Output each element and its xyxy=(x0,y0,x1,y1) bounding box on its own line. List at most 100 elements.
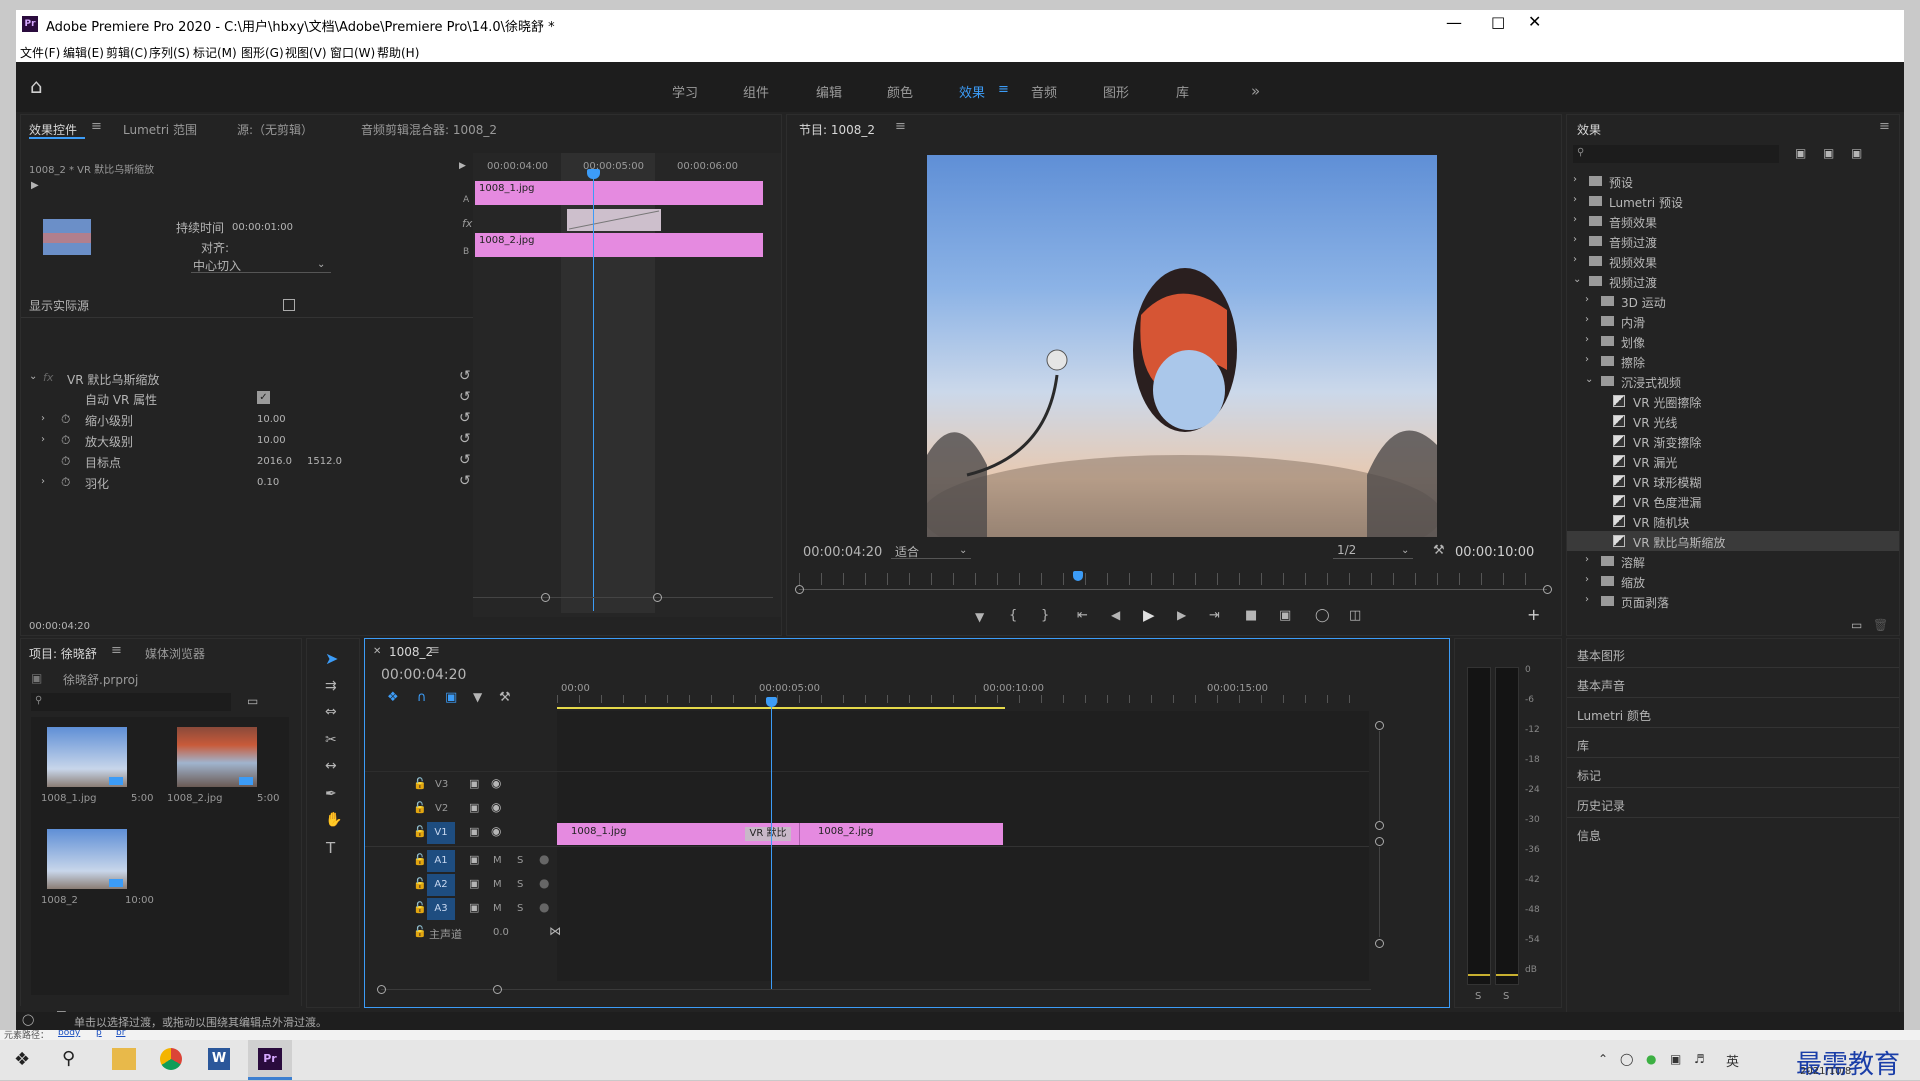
panel-menu-icon[interactable]: ≡ xyxy=(1879,119,1890,134)
mute-button[interactable]: M xyxy=(493,879,502,890)
new-bin-icon[interactable]: ▭ xyxy=(247,695,258,707)
panel-markers[interactable]: 标记 xyxy=(1577,767,1601,784)
duration-value[interactable]: 00:00:01:00 xyxy=(232,222,293,233)
expand-chevron-icon[interactable]: › xyxy=(41,434,45,445)
zoom-handle-left[interactable] xyxy=(795,585,804,594)
track-target-a1[interactable]: A1 xyxy=(427,850,455,872)
effects-tree-item[interactable]: VR 随机块 xyxy=(1567,511,1899,531)
workspace-graphics[interactable]: 图形 xyxy=(1103,82,1129,101)
solo-button[interactable]: S xyxy=(517,855,523,866)
eye-icon[interactable]: ◉ xyxy=(491,801,501,813)
effects-tree-item[interactable]: › 预设 xyxy=(1567,171,1899,191)
panel-essential-sound[interactable]: 基本声音 xyxy=(1577,677,1625,694)
work-area-bar[interactable] xyxy=(557,707,1005,709)
effects-tree-item[interactable]: › Lumetri 预设 xyxy=(1567,191,1899,211)
eye-icon[interactable]: ◉ xyxy=(491,825,501,837)
panel-libraries[interactable]: 库 xyxy=(1577,737,1589,754)
param-zoom-out-value[interactable]: 10.00 xyxy=(257,414,286,425)
menu-help[interactable]: 帮助(H) xyxy=(377,44,419,61)
workspace-editing[interactable]: 编辑 xyxy=(816,82,842,101)
tab-effect-controls[interactable]: 效果控件 xyxy=(29,121,77,138)
tab-audio-clip-mixer[interactable]: 音频剪辑混合器: 1008_2 xyxy=(361,121,497,138)
menu-graphics[interactable]: 图形(G) xyxy=(241,44,284,61)
chevron-right-icon[interactable]: ▶ xyxy=(459,162,466,171)
microphone-icon[interactable]: ● xyxy=(539,901,549,913)
element-path-link[interactable]: p xyxy=(96,1030,102,1038)
add-button-icon[interactable]: + xyxy=(1527,607,1540,623)
add-marker-icon[interactable]: ▼ xyxy=(975,611,984,623)
notification-icon[interactable]: ◯ xyxy=(1620,1052,1633,1066)
solo-left-button[interactable]: S xyxy=(1475,991,1481,1002)
add-marker-icon[interactable]: ▼ xyxy=(473,691,482,703)
workspace-overflow-icon[interactable]: » xyxy=(1251,82,1260,100)
effects-tree-item[interactable]: › 3D 运动 xyxy=(1567,291,1899,311)
vscroll-handle[interactable] xyxy=(1375,837,1384,846)
sync-lock-icon[interactable]: ▣ xyxy=(469,902,479,913)
effects-tree-item[interactable]: › 溶解 xyxy=(1567,551,1899,571)
effects-search-input[interactable]: ⚲ xyxy=(1573,145,1779,163)
hscroll-handle-right[interactable] xyxy=(493,985,502,994)
program-ruler[interactable] xyxy=(799,573,1547,585)
effects-tree-item[interactable]: › 音频过渡 xyxy=(1567,231,1899,251)
close-icon[interactable]: ✕ xyxy=(373,647,381,657)
transition-block[interactable] xyxy=(567,209,661,231)
reset-icon[interactable]: ↺ xyxy=(459,474,471,488)
project-item-thumbnail[interactable] xyxy=(177,727,257,787)
settings-wrench-icon[interactable]: ⚒ xyxy=(1433,543,1445,558)
compare-icon[interactable]: ◫ xyxy=(1349,609,1361,622)
close-button[interactable]: ✕ xyxy=(1528,12,1541,31)
hand-tool-icon[interactable]: ✋ xyxy=(325,813,342,827)
pen-tool-icon[interactable]: ✒ xyxy=(325,787,337,801)
search-icon[interactable]: ⚲ xyxy=(62,1048,75,1069)
lock-icon[interactable]: 🔓 xyxy=(413,878,427,889)
chevron-right-icon[interactable]: › xyxy=(1585,335,1589,345)
type-tool-icon[interactable]: T xyxy=(326,841,335,856)
tab-sequence[interactable]: 1008_2 xyxy=(389,645,433,659)
fit-dropdown[interactable]: 适合 ⌄ xyxy=(891,543,971,559)
go-to-in-icon[interactable]: ⇤ xyxy=(1077,609,1088,622)
lift-icon[interactable]: ■ xyxy=(1245,609,1257,622)
sync-lock-icon[interactable]: ▣ xyxy=(469,878,479,889)
track-select-tool-icon[interactable]: ⇉ xyxy=(325,679,337,693)
yuv-effects-icon[interactable]: ▣ xyxy=(1851,147,1862,159)
razor-tool-icon[interactable]: ✂ xyxy=(325,733,337,747)
linked-selection-icon[interactable]: ▣ xyxy=(445,691,457,704)
element-path-link[interactable]: br xyxy=(116,1030,125,1038)
align-dropdown[interactable]: 中心切入 ⌄ xyxy=(191,257,331,273)
timeline-transition[interactable]: VR 默比 xyxy=(745,827,791,841)
stopwatch-icon[interactable]: ⏱ xyxy=(61,412,70,427)
effects-tree-item[interactable]: ⌄ 沉浸式视频 xyxy=(1567,371,1899,391)
hscroll-handle-left[interactable] xyxy=(377,985,386,994)
scroll-handle-right[interactable] xyxy=(653,593,662,602)
track-target-a2[interactable]: A2 xyxy=(427,874,455,896)
vscroll-handle[interactable] xyxy=(1375,939,1384,948)
menu-window[interactable]: 窗口(W) xyxy=(330,44,375,61)
show-actual-source-checkbox[interactable] xyxy=(283,299,295,311)
chevron-right-icon[interactable]: › xyxy=(1573,195,1577,205)
taskbar-active-app[interactable]: Pr xyxy=(248,1040,292,1080)
stopwatch-icon[interactable]: ⏱ xyxy=(61,433,70,448)
clip-b[interactable]: 1008_2.jpg xyxy=(475,233,763,257)
param-feather-value[interactable]: 0.10 xyxy=(257,477,279,488)
panel-menu-icon[interactable]: ≡ xyxy=(895,119,906,134)
workspace-assembly[interactable]: 组件 xyxy=(743,82,769,101)
track-target-a3[interactable]: A3 xyxy=(427,898,455,920)
selection-tool-icon[interactable]: ➤ xyxy=(325,651,338,667)
project-item-thumbnail[interactable] xyxy=(47,727,127,787)
expand-chevron-icon[interactable]: › xyxy=(41,476,45,487)
ripple-edit-tool-icon[interactable]: ⇔ xyxy=(325,705,337,719)
stopwatch-icon[interactable]: ⏱ xyxy=(61,454,70,469)
lock-icon[interactable]: 🔓 xyxy=(413,854,427,865)
maximize-button[interactable]: □ xyxy=(1491,13,1505,31)
effect-controls-timecode[interactable]: 00:00:04:20 xyxy=(29,621,90,632)
effects-tree-item[interactable]: › 视频效果 xyxy=(1567,251,1899,271)
program-playhead[interactable] xyxy=(1073,571,1083,581)
menu-sequence[interactable]: 序列(S) xyxy=(149,44,190,61)
chrome-icon[interactable] xyxy=(160,1048,182,1070)
effects-tree-item[interactable]: › 划像 xyxy=(1567,331,1899,351)
panel-essential-graphics[interactable]: 基本图形 xyxy=(1577,647,1625,664)
expand-chevron-icon[interactable]: › xyxy=(41,413,45,424)
snap-icon[interactable]: ∩ xyxy=(417,691,427,704)
reset-icon[interactable]: ↺ xyxy=(459,390,471,404)
solo-right-button[interactable]: S xyxy=(1503,991,1509,1002)
